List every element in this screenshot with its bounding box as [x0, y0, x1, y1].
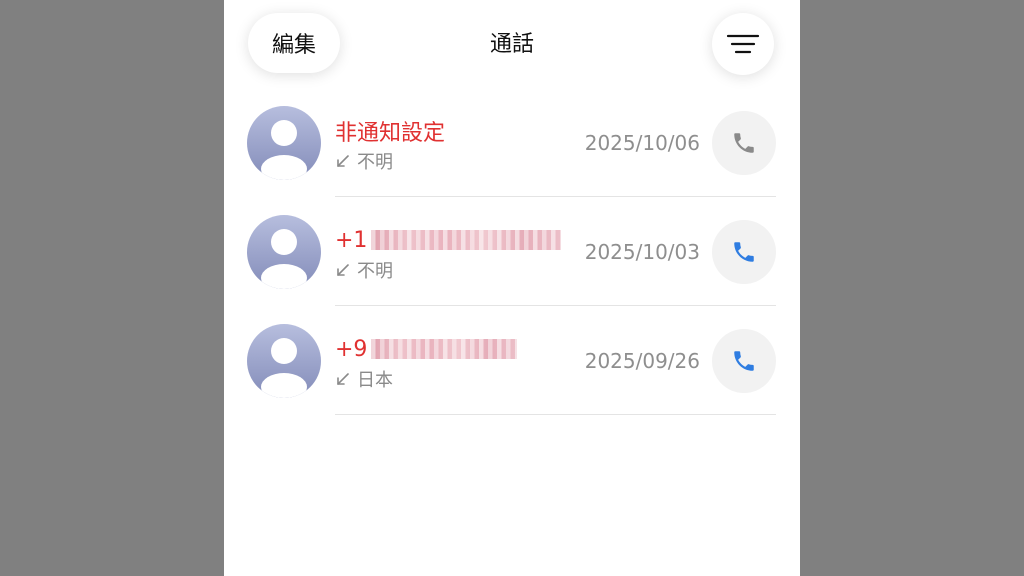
- call-list-item[interactable]: 非通知設定 不明 2025/10/06: [224, 88, 800, 197]
- call-date: 2025/09/26: [584, 349, 700, 373]
- caller-location: 不明: [357, 152, 393, 173]
- avatar: [247, 106, 321, 180]
- call-list: 非通知設定 不明 2025/10/06 +1 不明 2025/10/03 +9 …: [224, 88, 800, 415]
- redacted-number: [371, 230, 562, 250]
- incoming-arrow-icon: [337, 373, 349, 385]
- person-icon: [261, 229, 307, 289]
- phone-icon: [734, 242, 754, 262]
- person-icon: [261, 120, 307, 180]
- call-list-item[interactable]: +9 日本 2025/09/26: [224, 306, 800, 415]
- hamburger-menu-icon: [726, 34, 760, 54]
- avatar: [247, 324, 321, 398]
- caller-location: 不明: [357, 261, 393, 282]
- call-date: 2025/10/03: [584, 240, 700, 264]
- person-icon: [261, 338, 307, 398]
- redacted-number: [371, 339, 518, 359]
- filter-button[interactable]: [712, 13, 774, 75]
- call-date: 2025/10/06: [584, 131, 700, 155]
- avatar: [247, 215, 321, 289]
- call-back-button[interactable]: [712, 220, 776, 284]
- call-back-button[interactable]: [712, 111, 776, 175]
- top-bar: 編集 通話: [224, 0, 800, 88]
- call-detail: 不明: [335, 148, 393, 174]
- call-detail: 日本: [335, 366, 393, 392]
- phone-icon: [734, 133, 754, 153]
- caller-name: +1: [335, 226, 562, 254]
- call-history-screen: 編集 通話 非通知設定 不明 2025/10/06 +1 不明 2025/10/…: [224, 0, 800, 576]
- caller-name: +9: [335, 335, 518, 363]
- caller-location: 日本: [357, 370, 393, 391]
- incoming-arrow-icon: [337, 264, 349, 276]
- caller-name-text: +9: [335, 336, 368, 362]
- call-back-button[interactable]: [712, 329, 776, 393]
- caller-name: 非通知設定: [335, 117, 446, 146]
- caller-name-text: 非通知設定: [335, 121, 446, 146]
- caller-name-text: +1: [335, 227, 368, 253]
- incoming-arrow-icon: [337, 155, 349, 167]
- call-detail: 不明: [335, 257, 393, 283]
- call-list-item[interactable]: +1 不明 2025/10/03: [224, 197, 800, 306]
- row-divider: [335, 414, 776, 415]
- phone-icon: [734, 351, 754, 371]
